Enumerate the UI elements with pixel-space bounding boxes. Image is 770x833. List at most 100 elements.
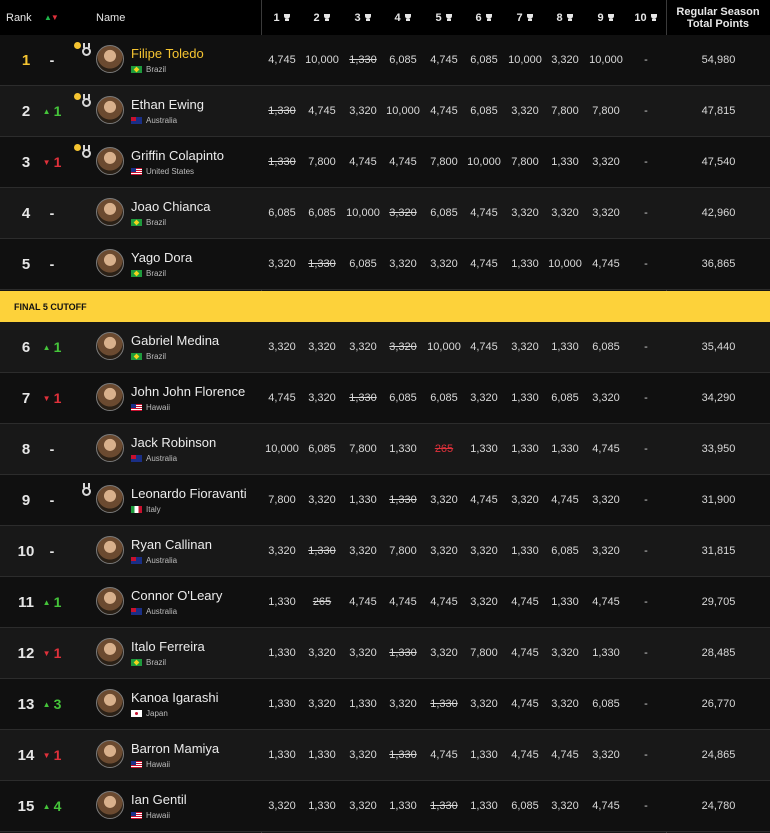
event-score: 10,000 bbox=[508, 54, 542, 66]
rank-change: ▲ 4 bbox=[38, 781, 66, 831]
trophy-icon bbox=[364, 13, 372, 22]
event-score: 1,330 bbox=[349, 392, 377, 404]
event-number: 9 bbox=[597, 11, 604, 24]
event-number: 7 bbox=[516, 11, 523, 24]
avatar[interactable] bbox=[96, 45, 124, 73]
flag-icon bbox=[131, 709, 142, 717]
avatar[interactable] bbox=[96, 434, 124, 462]
event-9-header[interactable]: 9 bbox=[586, 0, 626, 35]
event-8-header[interactable]: 8 bbox=[545, 0, 585, 35]
event-6-header[interactable]: 6 bbox=[464, 0, 504, 35]
surfer-name[interactable]: Ian Gentil bbox=[131, 792, 187, 807]
table-row[interactable]: 10- Ryan Callinan Australia 3,320 1,330 3,320… bbox=[0, 526, 770, 577]
event-3-header[interactable]: 3 bbox=[343, 0, 383, 35]
country: Hawaii bbox=[131, 810, 170, 820]
rank-change: ▼ 1 bbox=[38, 137, 66, 187]
event-7-header[interactable]: 7 bbox=[505, 0, 545, 35]
table-row[interactable]: 8- Jack Robinson Australia 10,000 6,085 7,800… bbox=[0, 424, 770, 475]
table-row[interactable]: 9- Leonardo Fioravanti Italy 7,800 3,320 1,33… bbox=[0, 475, 770, 526]
avatar[interactable] bbox=[96, 332, 124, 360]
sort-arrows-icon[interactable]: ▲ ▼ bbox=[44, 0, 59, 35]
rank-header[interactable]: Rank bbox=[6, 0, 32, 35]
surfer-name[interactable]: Griffin Colapinto bbox=[131, 148, 224, 163]
rank-change-value: 1 bbox=[53, 154, 62, 170]
flag-icon bbox=[131, 658, 142, 666]
table-row[interactable]: 14 ▼ 1 Barron Mamiya Hawaii 1,330 1,330 3,320 1,… bbox=[0, 730, 770, 781]
table-row[interactable]: 3 ▼ 1 Griffin Colapinto United States 1,330 7,… bbox=[0, 137, 770, 188]
surfer-name[interactable]: Connor O'Leary bbox=[131, 588, 222, 603]
event-score: - bbox=[644, 749, 648, 761]
event-score: 3,320 bbox=[551, 54, 579, 66]
event-score: 3,320 bbox=[470, 545, 498, 557]
event-score: 7,800 bbox=[268, 494, 296, 506]
surfer-name[interactable]: Jack Robinson bbox=[131, 435, 216, 450]
avatar[interactable] bbox=[96, 689, 124, 717]
surfer-name[interactable]: Ethan Ewing bbox=[131, 97, 204, 112]
event-score: 3,320 bbox=[349, 105, 377, 117]
event-score: - bbox=[644, 392, 648, 404]
table-row[interactable]: 1- Filipe Toledo Brazil 4,745 10,000 1,330 6,0… bbox=[0, 35, 770, 86]
event-score: 1,330 bbox=[389, 647, 417, 659]
event-number: 5 bbox=[435, 11, 442, 24]
avatar[interactable] bbox=[96, 638, 124, 666]
event-1-header[interactable]: 1 bbox=[262, 0, 302, 35]
avatar[interactable] bbox=[96, 587, 124, 615]
table-row[interactable]: 4- Joao Chianca Brazil 6,085 6,085 10,000 3,32… bbox=[0, 188, 770, 239]
table-row[interactable]: 11 ▲ 1 Connor O'Leary Australia 1,330 265 4,745… bbox=[0, 577, 770, 628]
avatar[interactable] bbox=[96, 198, 124, 226]
name-header[interactable]: Name bbox=[96, 0, 125, 35]
surfer-name[interactable]: Leonardo Fioravanti bbox=[131, 486, 247, 501]
table-row[interactable]: 12 ▼ 1 Italo Ferreira Brazil 1,330 3,320 3,320 1… bbox=[0, 628, 770, 679]
avatar[interactable] bbox=[96, 791, 124, 819]
avatar[interactable] bbox=[96, 383, 124, 411]
rank-change: ▼ 1 bbox=[38, 373, 66, 423]
event-10-header[interactable]: 10 bbox=[626, 0, 666, 35]
event-2-header[interactable]: 2 bbox=[302, 0, 342, 35]
event-score: 3,320 bbox=[511, 207, 539, 219]
avatar[interactable] bbox=[96, 485, 124, 513]
event-score: 6,085 bbox=[308, 443, 336, 455]
trophy-icon bbox=[526, 13, 534, 22]
avatar[interactable] bbox=[96, 96, 124, 124]
total-points: 31,815 bbox=[701, 545, 736, 557]
event-score: 6,085 bbox=[268, 207, 296, 219]
surfer-name[interactable]: Gabriel Medina bbox=[131, 333, 219, 348]
event-score: 4,745 bbox=[592, 443, 620, 455]
event-score: 3,320 bbox=[470, 596, 498, 608]
trophy-icon bbox=[323, 13, 331, 22]
surfer-name[interactable]: John John Florence bbox=[131, 384, 245, 399]
surfer-name[interactable]: Italo Ferreira bbox=[131, 639, 205, 654]
total-points: 28,485 bbox=[701, 647, 736, 659]
surfer-name[interactable]: Joao Chianca bbox=[131, 199, 211, 214]
trophy-icon bbox=[485, 13, 493, 22]
rank-change: - bbox=[38, 188, 66, 238]
table-row[interactable]: 13 ▲ 3 Kanoa Igarashi Japan 1,330 3,320 1,330 3,… bbox=[0, 679, 770, 730]
total-points: 47,540 bbox=[701, 156, 736, 168]
surfer-name[interactable]: Barron Mamiya bbox=[131, 741, 219, 756]
total-points-header[interactable]: Regular Season Total Points bbox=[668, 0, 768, 35]
event-score: 6,085 bbox=[551, 545, 579, 557]
surfer-name[interactable]: Filipe Toledo bbox=[131, 46, 204, 61]
event-score: 4,745 bbox=[470, 207, 498, 219]
country: Brazil bbox=[131, 351, 166, 361]
event-5-header[interactable]: 5 bbox=[424, 0, 464, 35]
country-name: United States bbox=[146, 166, 195, 176]
surfer-name[interactable]: Kanoa Igarashi bbox=[131, 690, 218, 705]
event-score: 3,320 bbox=[430, 647, 458, 659]
table-row[interactable]: 15 ▲ 4 Ian Gentil Hawaii 3,320 1,330 3,320 1,330… bbox=[0, 781, 770, 832]
surfer-name[interactable]: Yago Dora bbox=[131, 250, 192, 265]
event-score: 1,330 bbox=[268, 596, 296, 608]
table-row[interactable]: 6 ▲ 1 Gabriel Medina Brazil 3,320 3,320 3,320 3,… bbox=[0, 322, 770, 373]
event-number: 10 bbox=[634, 11, 647, 24]
table-row[interactable]: 5- Yago Dora Brazil 3,320 1,330 6,085 3,320 3,3… bbox=[0, 239, 770, 290]
table-row[interactable]: 7 ▼ 1 John John Florence Hawaii 4,745 3,320 1,3… bbox=[0, 373, 770, 424]
avatar[interactable] bbox=[96, 249, 124, 277]
avatar[interactable] bbox=[96, 147, 124, 175]
medal-icon bbox=[80, 43, 94, 59]
avatar[interactable] bbox=[96, 740, 124, 768]
event-4-header[interactable]: 4 bbox=[383, 0, 423, 35]
table-row[interactable]: 2 ▲ 1 Ethan Ewing Australia 1,330 4,745 3,320 10… bbox=[0, 86, 770, 137]
event-score: 3,320 bbox=[511, 341, 539, 353]
surfer-name[interactable]: Ryan Callinan bbox=[131, 537, 212, 552]
avatar[interactable] bbox=[96, 536, 124, 564]
